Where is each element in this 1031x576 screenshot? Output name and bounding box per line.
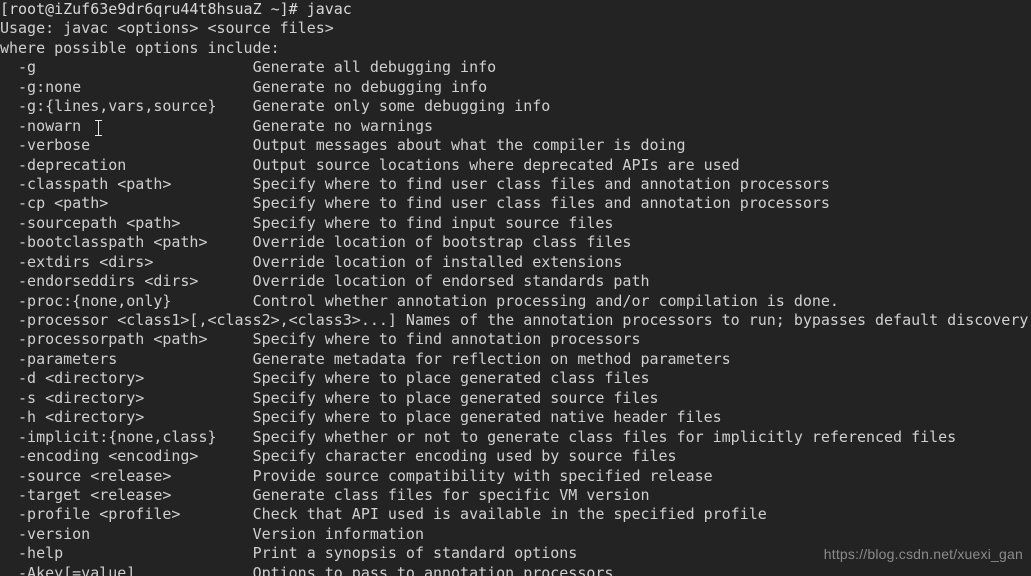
terminal-window[interactable]: [root@iZuf63e9dr6qru44t8hsuaZ ~]# javac U…: [0, 0, 1031, 576]
option-line-help: -help Print a synopsis of standard optio…: [0, 544, 578, 563]
option-line-akey-value: -Akey[=value] Options to pass to annotat…: [0, 563, 614, 576]
option-line-h-directory: -h <directory> Specify where to place ge…: [0, 408, 722, 427]
option-line-sourcepath-path: -sourcepath <path> Specify where to find…: [0, 213, 614, 232]
option-line-encoding-encoding: -encoding <encoding> Specify character e…: [0, 447, 677, 466]
option-line-profile-profile: -profile <profile> Check that API used i…: [0, 505, 767, 524]
option-line-proc-none-only: -proc:{none,only} Control whether annota…: [0, 291, 839, 310]
option-line-source-release: -source <release> Provide source compati…: [0, 466, 713, 485]
option-line-parameters: -parameters Generate metadata for reflec…: [0, 349, 731, 368]
option-line-deprecation: -deprecation Output source locations whe…: [0, 155, 740, 174]
option-line-cp-path: -cp <path> Specify where to find user cl…: [0, 194, 830, 213]
option-line-g: -g Generate all debugging info: [0, 58, 497, 77]
option-line-processorpath-path: -processorpath <path> Specify where to f…: [0, 330, 641, 349]
option-line-classpath-path: -classpath <path> Specify where to find …: [0, 174, 830, 193]
option-line-nowarn: -nowarn Generate no warnings: [0, 116, 433, 135]
option-line-processor-class1-class2-class3: -processor <class1>[,<class2>,<class3>..…: [0, 311, 1029, 329]
usage-header-line-2: where possible options include:: [0, 38, 280, 57]
shell-prompt-line: [root@iZuf63e9dr6qru44t8hsuaZ ~]# javac: [0, 0, 352, 18]
option-line-implicit-none-class: -implicit:{none,class} Specify whether o…: [0, 427, 957, 446]
option-line-version: -version Version information: [0, 524, 424, 543]
option-line-d-directory: -d <directory> Specify where to place ge…: [0, 369, 650, 388]
option-line-endorseddirs-dirs: -endorseddirs <dirs> Override location o…: [0, 272, 650, 291]
option-line-bootclasspath-path: -bootclasspath <path> Override location …: [0, 233, 632, 252]
option-line-target-release: -target <release> Generate class files f…: [0, 485, 650, 504]
option-line-s-directory: -s <directory> Specify where to place ge…: [0, 388, 659, 407]
option-line-g-none: -g:none Generate no debugging info: [0, 77, 488, 96]
option-line-extdirs-dirs: -extdirs <dirs> Override location of ins…: [0, 252, 623, 271]
terminal-output-area[interactable]: [root@iZuf63e9dr6qru44t8hsuaZ ~]# javac U…: [0, 0, 1031, 576]
usage-header-line-1: Usage: javac <options> <source files>: [0, 19, 334, 38]
option-line-verbose: -verbose Output messages about what the …: [0, 136, 686, 155]
option-line-g-lines-vars-source: -g:{lines,vars,source} Generate only som…: [0, 97, 551, 116]
